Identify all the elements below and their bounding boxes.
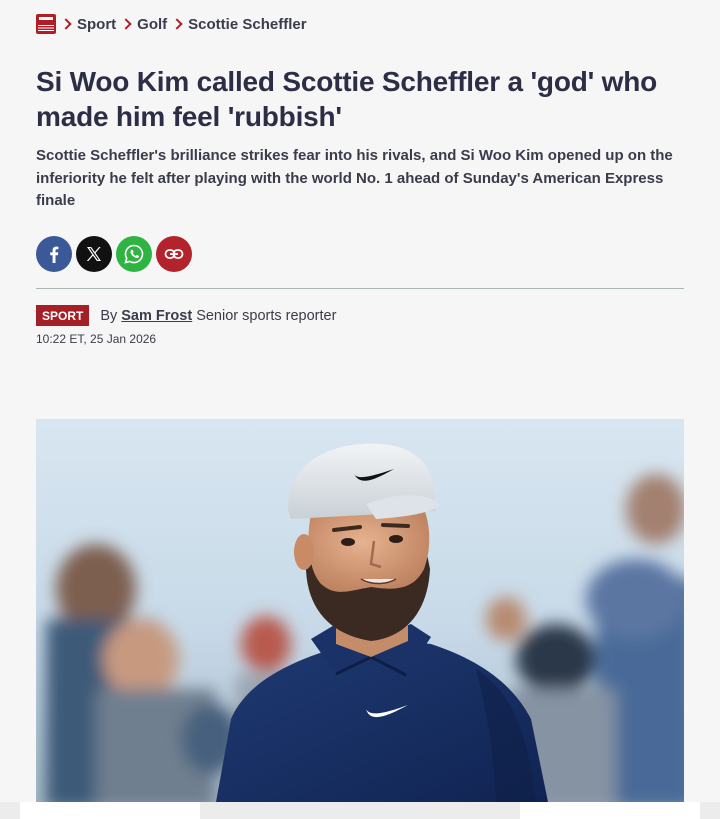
hero-image (36, 419, 684, 802)
chevron-right-icon (122, 17, 131, 31)
copy-link-button[interactable] (156, 236, 192, 272)
bottom-card (20, 802, 200, 819)
author-role: Senior sports reporter (196, 307, 337, 324)
share-bar (36, 236, 192, 272)
divider (36, 288, 684, 289)
chevron-right-icon (62, 17, 71, 31)
x-share-button[interactable] (76, 236, 112, 272)
whatsapp-share-button[interactable] (116, 236, 152, 272)
facebook-icon (50, 246, 59, 263)
bottom-ad-strip (0, 802, 720, 819)
mirror-logo-icon[interactable] (36, 14, 56, 34)
bottom-card (520, 802, 700, 819)
link-icon (164, 249, 184, 259)
byline: SPORT By Sam Frost Senior sports reporte… (36, 305, 336, 326)
breadcrumb-item-golf[interactable]: Golf (137, 16, 167, 33)
publish-timestamp: 10:22 ET, 25 Jan 2026 (36, 332, 157, 346)
author-link[interactable]: Sam Frost (121, 308, 192, 324)
section-tag[interactable]: SPORT (36, 305, 90, 326)
article-standfirst: Scottie Scheffler's brilliance strikes f… (36, 147, 673, 209)
breadcrumb-item-scottie-scheffler[interactable]: Scottie Scheffler (188, 16, 306, 33)
breadcrumb: Sport Golf Scottie Scheffler (36, 14, 307, 34)
breadcrumb-item-sport[interactable]: Sport (77, 16, 116, 33)
x-icon (86, 247, 101, 261)
chevron-right-icon (173, 17, 182, 31)
whatsapp-icon (124, 244, 144, 264)
byline-prefix: By (100, 307, 118, 324)
article-title: Si Woo Kim called Scottie Scheffler a 'g… (36, 66, 658, 132)
facebook-share-button[interactable] (36, 236, 72, 272)
